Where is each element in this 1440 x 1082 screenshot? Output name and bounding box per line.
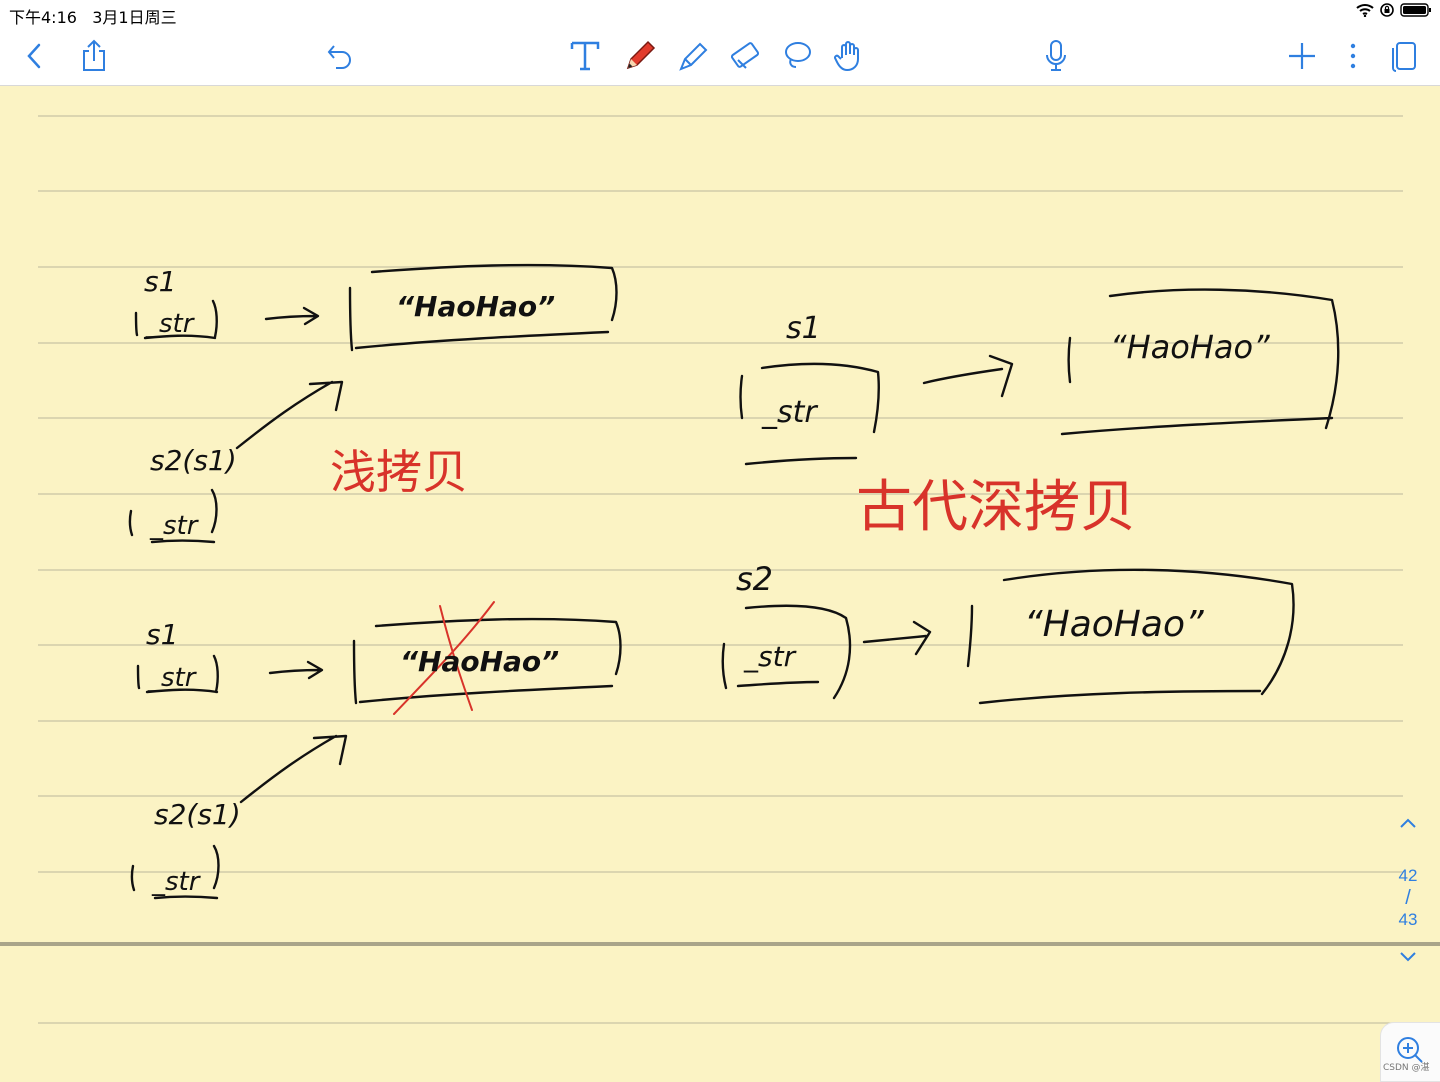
chevron-left-icon xyxy=(27,43,41,69)
total-pages: 43 xyxy=(1398,910,1418,929)
orientation-lock-icon xyxy=(1380,3,1394,17)
label-s2-right: s2 xyxy=(736,560,773,598)
toolbar xyxy=(0,28,1440,86)
share-icon xyxy=(83,39,105,71)
label-shallow-copy: 浅拷贝 xyxy=(330,445,468,499)
label-str2-right: _str xyxy=(743,640,797,673)
chevron-down-icon[interactable] xyxy=(1398,950,1418,964)
string-haohao-bottom: “HaoHao” xyxy=(400,645,559,678)
current-page: 42 xyxy=(1398,866,1418,885)
battery-icon xyxy=(1400,3,1431,17)
share-button[interactable] xyxy=(74,36,114,76)
eraser-tool-button[interactable] xyxy=(725,36,765,76)
string-haohao-right-1: “HaoHao” xyxy=(1110,328,1270,366)
chevron-up-icon[interactable] xyxy=(1398,816,1418,830)
label-str2-top: _str xyxy=(149,511,200,541)
undo-button[interactable] xyxy=(320,36,360,76)
label-str2-bottom: _str xyxy=(151,867,202,897)
back-button[interactable] xyxy=(15,36,55,76)
string-haohao-top: “HaoHao” xyxy=(396,290,555,323)
label-s2-bottom: s2(s1) xyxy=(154,798,241,831)
watermark: CSDN @湛 xyxy=(1383,1063,1430,1073)
label-str-right: _str xyxy=(761,395,818,430)
lasso-icon xyxy=(785,42,811,68)
label-deep-copy: 古代深拷贝 xyxy=(856,475,1136,540)
text-tool-button[interactable] xyxy=(565,36,605,76)
undo-icon xyxy=(327,45,351,69)
string-haohao-right-2: “HaoHao” xyxy=(1024,604,1204,645)
pages-button[interactable] xyxy=(1384,36,1424,76)
more-button[interactable] xyxy=(1333,36,1373,76)
highlighter-tool-button[interactable] xyxy=(673,36,713,76)
label-s1-top: s1 xyxy=(144,265,176,298)
microphone-button[interactable] xyxy=(1036,36,1076,76)
label-str-bottom: _str xyxy=(147,663,198,693)
text-tool-icon xyxy=(570,41,600,71)
page-navigator: 42 / 43 xyxy=(1390,815,1426,969)
ruled-lines xyxy=(38,115,1403,1024)
microphone-icon xyxy=(1046,40,1066,71)
wifi-icon xyxy=(1356,4,1374,17)
pages-icon xyxy=(1392,42,1416,72)
hand-icon xyxy=(834,41,859,72)
label-str-top: _str xyxy=(145,309,196,339)
pen-tool-button[interactable] xyxy=(620,36,660,76)
page-separator: / xyxy=(1405,887,1411,909)
hand-tool-button[interactable] xyxy=(829,36,869,76)
status-time: 下午4:16 3月1日周三 xyxy=(9,8,177,27)
note-canvas[interactable]: s1 _str “HaoHao” s2(s1) _str s1 _str “Ha… xyxy=(0,86,1440,1080)
lasso-tool-button[interactable] xyxy=(777,36,817,76)
zoom-button[interactable] xyxy=(1380,1022,1440,1082)
status-icons xyxy=(1356,3,1432,17)
note-drawing: s1 _str “HaoHao” s2(s1) _str s1 _str “Ha… xyxy=(0,115,1440,1024)
highlighter-icon xyxy=(679,42,708,71)
eraser-icon xyxy=(730,42,760,69)
status-bar: 下午4:16 3月1日周三 xyxy=(0,0,1440,28)
pen-icon xyxy=(626,40,656,70)
label-s1-bottom: s1 xyxy=(146,618,178,651)
add-page-button[interactable] xyxy=(1282,36,1322,76)
plus-icon xyxy=(1289,43,1315,69)
label-s2-top: s2(s1) xyxy=(150,444,237,477)
more-icon xyxy=(1350,43,1356,69)
label-s1-right: s1 xyxy=(786,311,821,346)
